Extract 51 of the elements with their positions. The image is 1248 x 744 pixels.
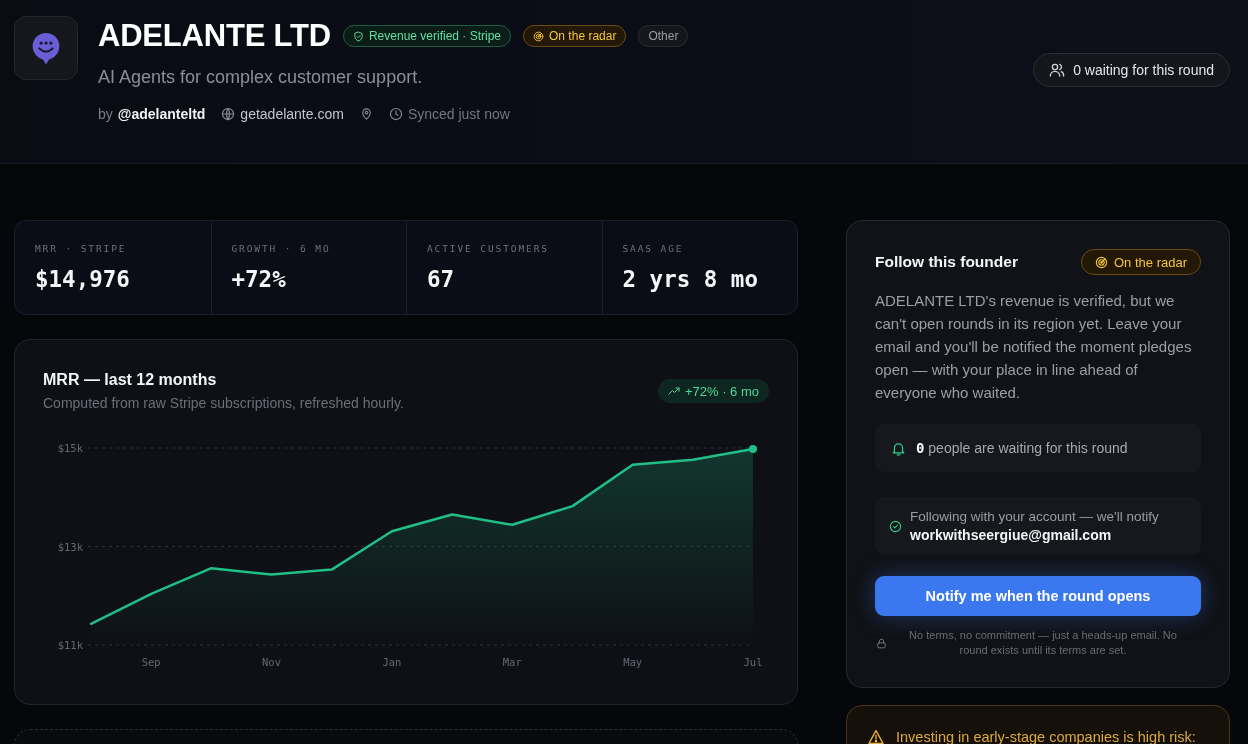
status-label: On the radar bbox=[1114, 254, 1187, 270]
stat-label: SAAS AGE bbox=[622, 243, 685, 255]
trend-up-icon bbox=[667, 385, 680, 397]
chart-title: MRR — last 12 months bbox=[43, 370, 218, 390]
shield-check-icon bbox=[352, 30, 364, 42]
map-pin-icon bbox=[359, 107, 373, 121]
website-link[interactable]: getadelante.com bbox=[240, 106, 344, 122]
stat-value: $14,976 bbox=[35, 265, 131, 293]
byline-prefix: by bbox=[98, 106, 113, 122]
category-badge: Other bbox=[638, 25, 689, 47]
month-label: Nov bbox=[262, 656, 282, 668]
month-label: Jul bbox=[743, 656, 763, 668]
axis-tick-label: $11k bbox=[57, 639, 83, 651]
stat-value: 2 yrs 8 mo bbox=[622, 265, 759, 293]
profile-link[interactable]: @adelanteltd bbox=[117, 106, 206, 122]
month-label: Sep bbox=[141, 656, 161, 668]
stat-value: 67 bbox=[427, 265, 456, 293]
month-label: Mar bbox=[502, 656, 522, 668]
growth-label: +72% · 6 mo bbox=[684, 383, 759, 399]
follow-description: ADELANTE LTD's revenue is verified, but we can't open rounds in its region yet. Leave your email and you'll be notified the moment pledges open — with your place in line ahead of everyone who waited. bbox=[875, 291, 1193, 403]
sync-status: Synced just now bbox=[407, 106, 510, 122]
radar-icon bbox=[1095, 255, 1108, 269]
waiting-count-text: 0 people are waiting for this round bbox=[916, 440, 1128, 456]
chart-subtitle: Computed from raw Stripe subscriptions, refreshed hourly. bbox=[43, 394, 404, 413]
axis-tick-label: $13k bbox=[57, 540, 83, 553]
globe-icon bbox=[221, 107, 236, 121]
users-icon bbox=[1049, 62, 1066, 78]
stat-label: GROWTH · 6 MO bbox=[231, 243, 332, 255]
radar-icon bbox=[533, 30, 545, 42]
notify-button[interactable]: Notify me when the round opens bbox=[875, 576, 1201, 616]
month-label: May bbox=[623, 656, 643, 668]
stat-value: +72% bbox=[231, 265, 287, 293]
axis-tick-label: $15k bbox=[57, 442, 83, 454]
check-circle-icon bbox=[889, 519, 902, 533]
verified-label: Revenue verified · Stripe bbox=[368, 29, 502, 43]
lock-icon bbox=[876, 637, 887, 649]
follow-title: Follow this founder bbox=[875, 253, 1018, 271]
status-label: On the radar bbox=[549, 29, 617, 43]
latest-point-marker bbox=[749, 445, 757, 453]
waiting-button[interactable]: 0 waiting for this round bbox=[1033, 53, 1230, 87]
bell-icon bbox=[891, 440, 906, 456]
month-label: Jan bbox=[382, 656, 402, 668]
stat-label: ACTIVE CUSTOMERS bbox=[427, 243, 550, 255]
following-text: Following with your account — we'll notify workwithseergiue@gmail.com bbox=[910, 508, 1159, 545]
chat-bubble-icon bbox=[14, 16, 78, 80]
warning-icon bbox=[868, 729, 884, 744]
company-tagline: AI Agents for complex customer support. bbox=[98, 66, 424, 88]
stat-label: MRR · STRIPE bbox=[35, 243, 128, 255]
clock-icon bbox=[388, 107, 403, 121]
disclaimer-text: No terms, no commitment — just a heads-up email. No round exists until its terms are set. bbox=[908, 628, 1178, 658]
company-title: ADELANTE LTD bbox=[98, 17, 331, 55]
